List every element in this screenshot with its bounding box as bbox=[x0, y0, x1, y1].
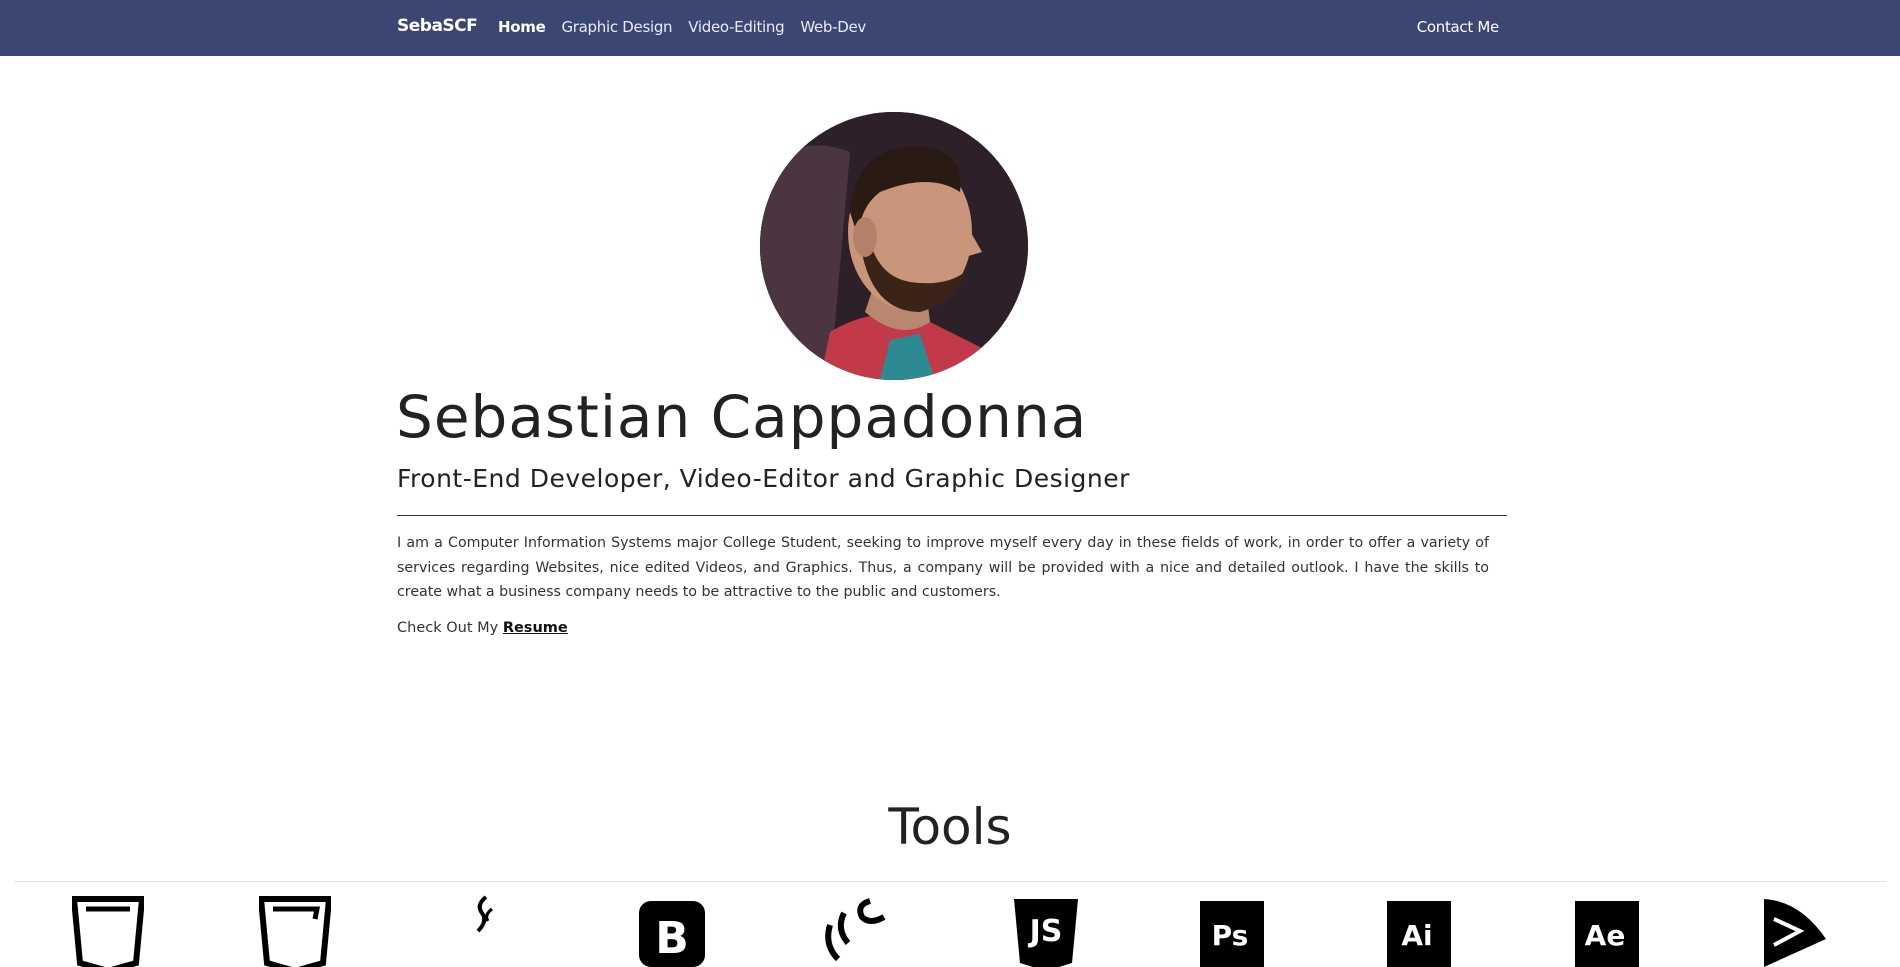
jquery-icon bbox=[822, 895, 894, 967]
nav-link-video-editing[interactable]: Video-Editing bbox=[688, 18, 784, 36]
nav-link-contact[interactable]: Contact Me bbox=[1417, 18, 1500, 36]
intro-paragraph: I am a Computer Information Systems majo… bbox=[397, 535, 1489, 600]
tools-heading: Tools bbox=[888, 798, 1012, 856]
premiere-icon bbox=[1760, 895, 1832, 967]
profile-photo bbox=[760, 112, 1028, 380]
css3-icon bbox=[259, 895, 331, 967]
bootstrap-icon: B bbox=[637, 895, 709, 967]
svg-text:Ps: Ps bbox=[1212, 919, 1249, 952]
section-divider bbox=[397, 515, 1507, 516]
tools-icon-row: B JS Ps Ai Ae bbox=[0, 895, 1900, 967]
brand-logo-link[interactable]: SebaSCF bbox=[397, 16, 478, 36]
after-effects-icon: Ae bbox=[1573, 895, 1645, 967]
nav-links: Home Graphic Design Video-Editing Web-De… bbox=[498, 18, 866, 36]
nav-link-graphic-design[interactable]: Graphic Design bbox=[561, 18, 672, 36]
svg-text:Ae: Ae bbox=[1585, 919, 1626, 952]
profile-name: Sebastian Cappadonna bbox=[396, 383, 1088, 451]
java-icon bbox=[448, 895, 520, 967]
navbar: SebaSCF Home Graphic Design Video-Editin… bbox=[0, 0, 1900, 56]
tools-divider bbox=[14, 881, 1886, 882]
nav-link-home[interactable]: Home bbox=[498, 18, 546, 36]
profile-subtitle: Front-End Developer, Video-Editor and Gr… bbox=[397, 464, 1130, 493]
profile-avatar bbox=[760, 112, 1028, 380]
javascript-icon: JS bbox=[1010, 895, 1082, 967]
resume-line: Check Out My Resume bbox=[397, 620, 568, 636]
resume-prefix: Check Out My bbox=[397, 620, 499, 636]
resume-link[interactable]: Resume bbox=[503, 620, 568, 636]
svg-text:JS: JS bbox=[1028, 914, 1063, 949]
illustrator-icon: Ai bbox=[1385, 895, 1457, 967]
photoshop-icon: Ps bbox=[1198, 895, 1270, 967]
svg-text:B: B bbox=[655, 913, 689, 964]
html5-icon bbox=[72, 895, 144, 967]
svg-text:Ai: Ai bbox=[1401, 919, 1432, 952]
nav-link-web-dev[interactable]: Web-Dev bbox=[800, 18, 866, 36]
